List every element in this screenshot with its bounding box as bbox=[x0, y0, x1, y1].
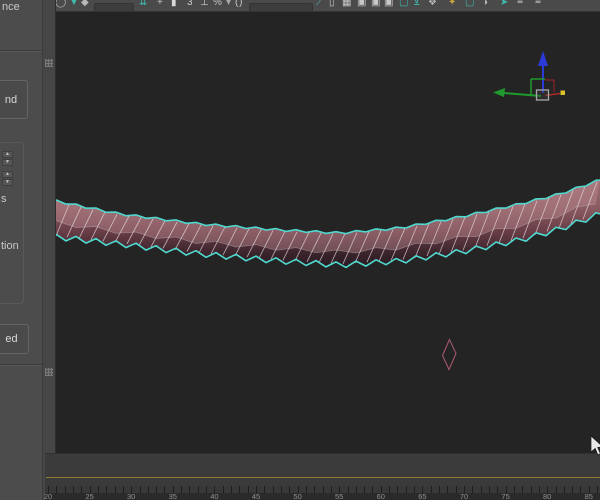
gizmo-z-arrowhead-icon[interactable] bbox=[538, 51, 548, 66]
mesh-object[interactable] bbox=[56, 179, 600, 371]
mouse-cursor-icon bbox=[590, 435, 600, 456]
gizmo-center-box[interactable] bbox=[535, 89, 550, 101]
gizmo-x-tip-icon[interactable] bbox=[560, 90, 566, 96]
diamond-marker[interactable] bbox=[441, 338, 457, 371]
transform-gizmo[interactable] bbox=[493, 51, 566, 101]
max-application-window: ◯ ▼ ◆ ⇊ + ▮ 3 ⊥% ▾( ) ⟋ ▯ ▦ ▣ ▣ ▣ ▢ ⊻ ❖ ✦ ▢ ◑ ➤ ▪▪ ▪▪ nce nd ▲ … bbox=[0, 0, 600, 500]
gizmo-y-axis[interactable] bbox=[503, 92, 542, 97]
viewport-overlay bbox=[56, 51, 600, 456]
gizmo-y-arrowhead-icon[interactable] bbox=[493, 88, 505, 97]
